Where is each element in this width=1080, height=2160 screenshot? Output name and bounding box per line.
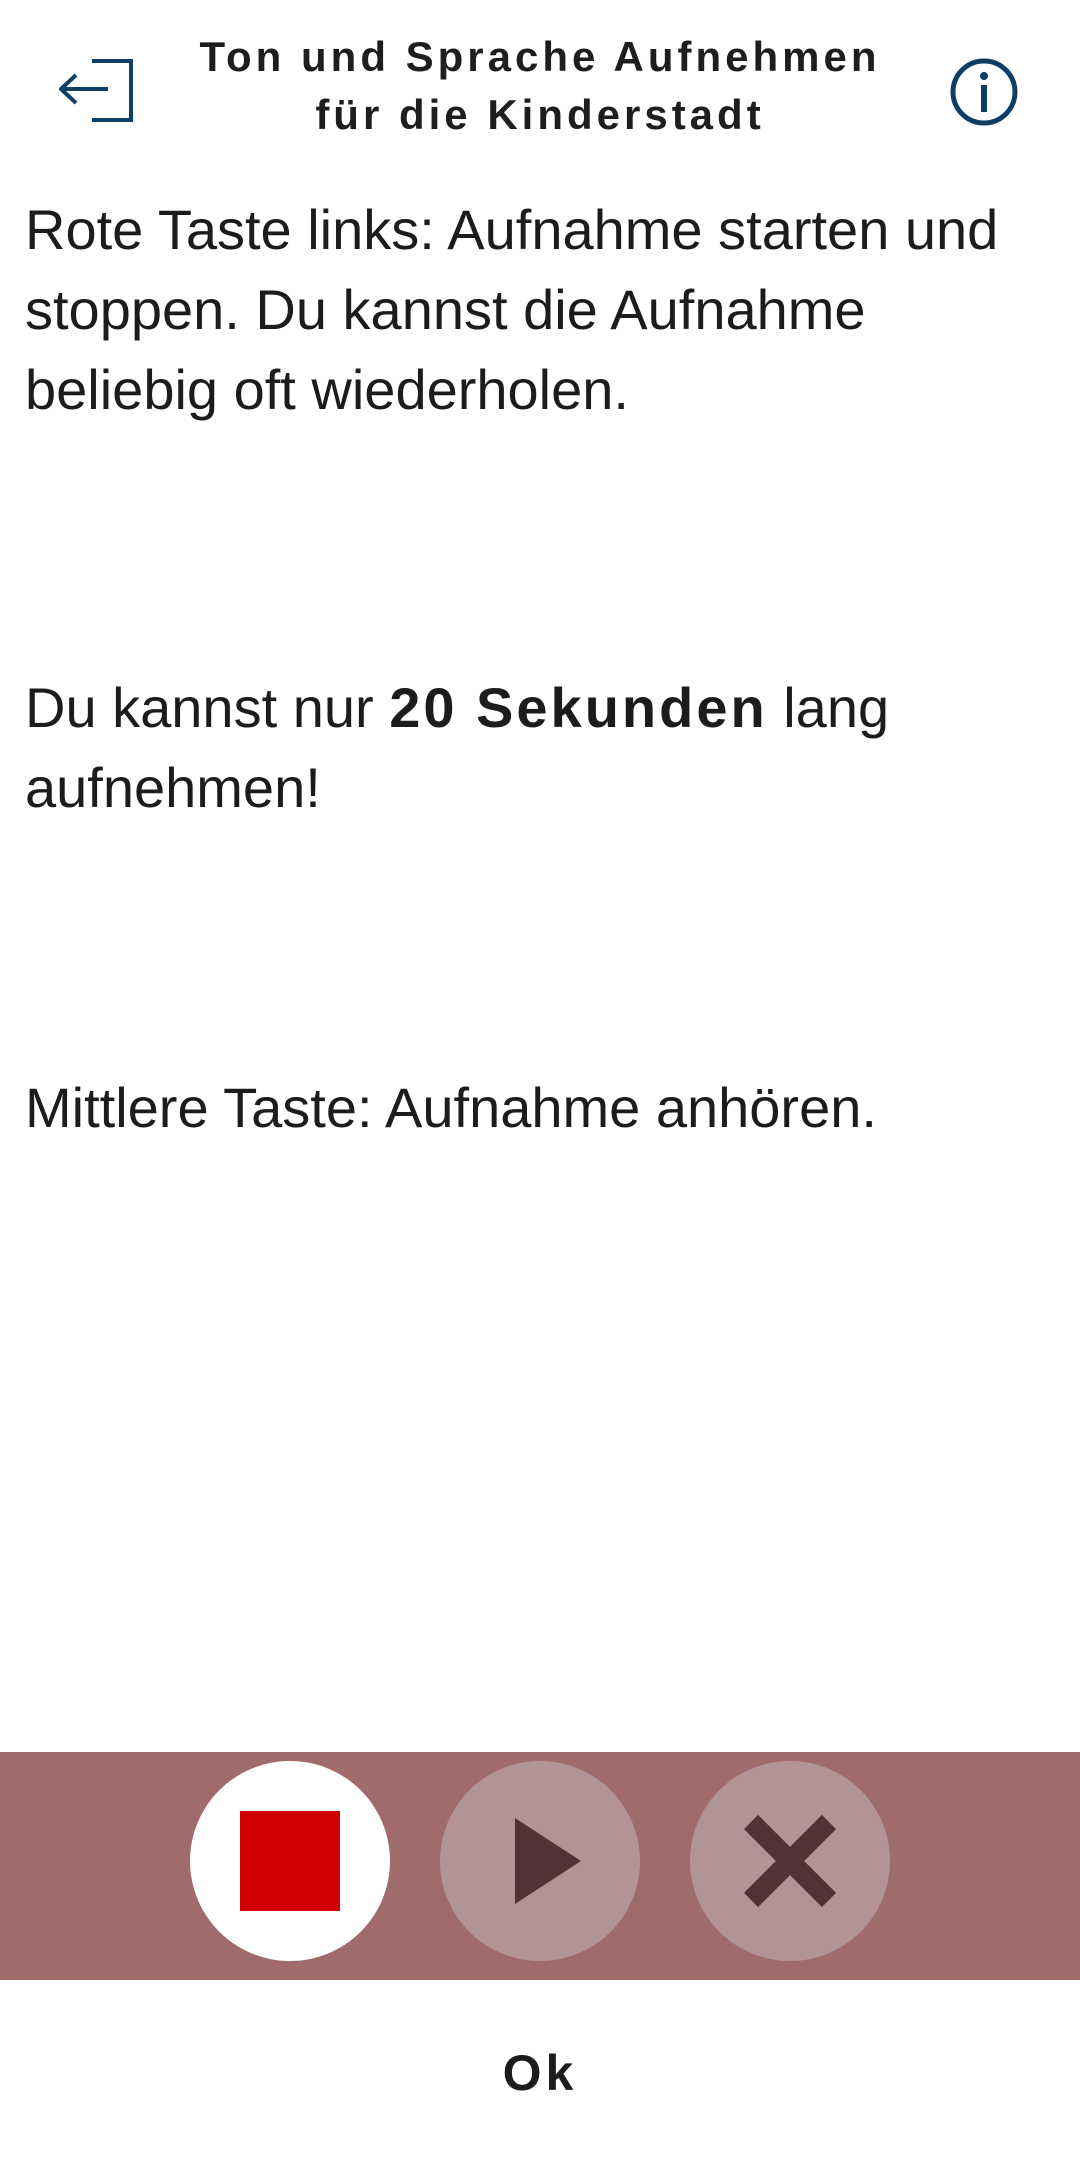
back-button[interactable] (52, 50, 144, 132)
instruction-play: Mittlere Taste: Aufnahme anhören. (25, 1076, 877, 1139)
play-icon (515, 1818, 581, 1904)
duration-emphasis: 20 Sekunden (389, 676, 768, 739)
ok-button[interactable]: Ok (0, 1985, 1080, 2160)
instruction-record: Rote Taste links: Aufnahme starten und s… (25, 198, 999, 421)
stop-square-icon (240, 1811, 340, 1911)
close-x-icon (743, 1814, 837, 1908)
title-line-2: für die Kinderstadt (315, 91, 765, 138)
recording-controls (0, 1752, 1080, 1980)
info-circle-icon (950, 58, 1018, 126)
page-title: Ton und Sprache Aufnehmen für die Kinder… (150, 28, 930, 144)
exit-arrow-icon (59, 59, 133, 122)
title-line-1: Ton und Sprache Aufnehmen (199, 33, 881, 80)
record-button[interactable] (190, 1761, 390, 1961)
header: Ton und Sprache Aufnehmen für die Kinder… (0, 0, 1080, 170)
cancel-button[interactable] (690, 1761, 890, 1961)
play-button[interactable] (440, 1761, 640, 1961)
duration-text-pre: Du kannst nur (25, 676, 390, 739)
info-button[interactable] (944, 52, 1024, 132)
instruction-duration: Du kannst nur 20 Sekunden lang aufnehmen… (25, 668, 1055, 828)
